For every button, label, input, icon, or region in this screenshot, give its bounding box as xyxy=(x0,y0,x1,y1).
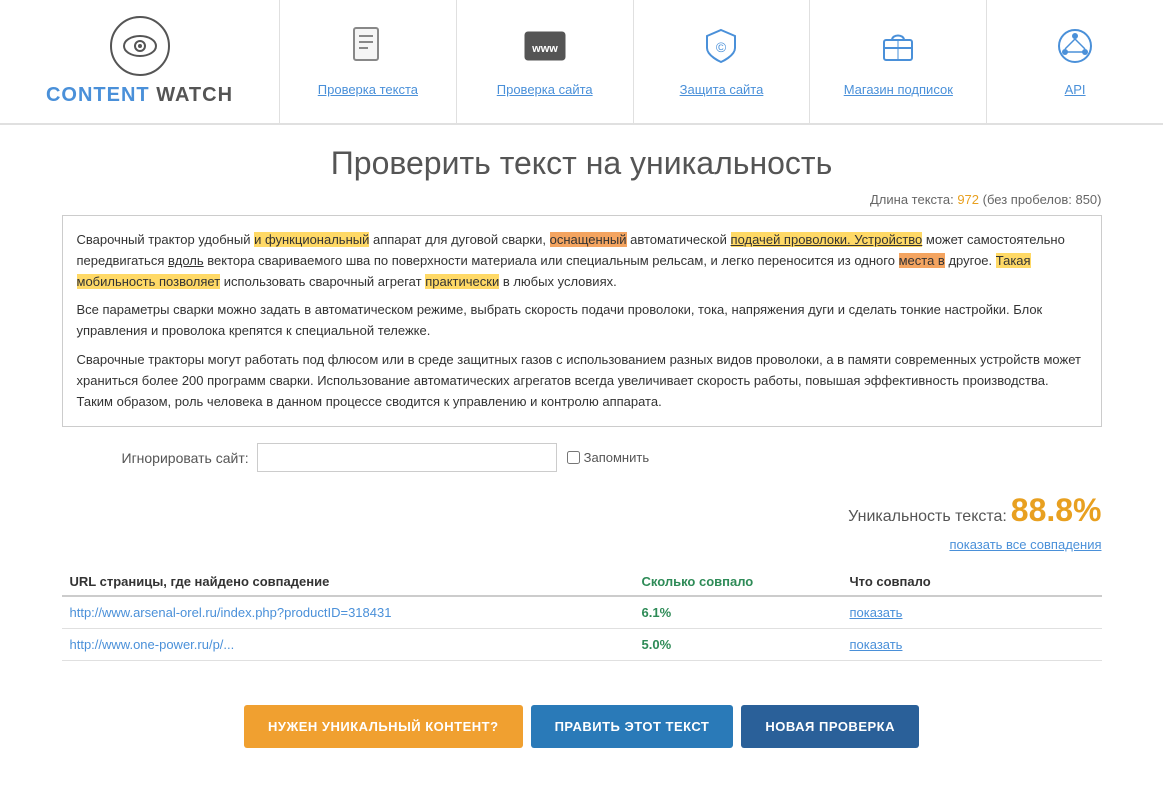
show-all-link[interactable]: показать все совпадения xyxy=(62,537,1102,552)
main-content: Проверить текст на уникальность Длина те… xyxy=(32,125,1132,788)
protect-site-icon: © xyxy=(701,26,741,74)
ignore-site-row: Игнорировать сайт: Запомнить xyxy=(62,443,1102,472)
logo-icon xyxy=(110,16,170,76)
check-site-icon: www xyxy=(523,26,567,74)
ignore-label: Игнорировать сайт: xyxy=(122,450,249,466)
show-link[interactable]: показать xyxy=(850,605,903,620)
remember-label: Запомнить xyxy=(584,450,649,465)
highlight-2: оснащенный xyxy=(550,232,627,247)
text-length-label: Длина текста: xyxy=(870,192,954,207)
nav-check-site[interactable]: www Проверка сайта xyxy=(457,0,634,123)
text-content-box: Сварочный трактор удобный и функциональн… xyxy=(62,215,1102,427)
result-url[interactable]: http://www.one-power.ru/p/... xyxy=(62,629,634,661)
nav-api[interactable]: API xyxy=(987,0,1163,123)
uniqueness-label: Уникальность текста: xyxy=(848,508,1007,525)
logo-area: CONTENT WATCH xyxy=(0,0,280,123)
nav-check-site-label: Проверка сайта xyxy=(497,82,593,97)
btn-new-check[interactable]: НОВАЯ ПРОВЕРКА xyxy=(741,705,919,748)
header: CONTENT WATCH Проверка текста www xyxy=(0,0,1163,125)
nav-protect-site-label: Защита сайта xyxy=(680,82,764,97)
btn-unique-content[interactable]: НУЖЕН УНИКАЛЬНЫЙ КОНТЕНТ? xyxy=(244,705,523,748)
result-url[interactable]: http://www.arsenal-orel.ru/index.php?pro… xyxy=(62,596,634,629)
col-url-header: URL страницы, где найдено совпадение xyxy=(62,568,634,596)
underline-1: вдоль xyxy=(168,253,204,268)
logo-watch: WATCH xyxy=(156,84,233,106)
ignore-input[interactable] xyxy=(257,443,557,472)
text-length-row: Длина текста: 972 (без пробелов: 850) xyxy=(62,192,1102,207)
text-length-value: 972 xyxy=(957,192,979,207)
nav-check-text[interactable]: Проверка текста xyxy=(280,0,457,123)
highlight-4: места в xyxy=(899,253,945,268)
highlight-1: и функциональный xyxy=(254,232,369,247)
uniqueness-value: 88.8% xyxy=(1011,492,1102,528)
svg-text:©: © xyxy=(716,39,727,55)
nav-shop[interactable]: Магазин подписок xyxy=(810,0,987,123)
url-link[interactable]: http://www.arsenal-orel.ru/index.php?pro… xyxy=(70,605,392,620)
btn-edit-text[interactable]: ПРАВИТЬ ЭТОТ ТЕКСТ xyxy=(531,705,734,748)
text-para-2: Все параметры сварки можно задать в авто… xyxy=(77,300,1087,342)
check-text-icon xyxy=(350,26,386,74)
nav-protect-site[interactable]: © Защита сайта xyxy=(634,0,811,123)
bottom-buttons: НУЖЕН УНИКАЛЬНЫЙ КОНТЕНТ? ПРАВИТЬ ЭТОТ Т… xyxy=(62,685,1102,768)
results-table: URL страницы, где найдено совпадение Ско… xyxy=(62,568,1102,661)
text-length-no-spaces: (без пробелов: 850) xyxy=(983,192,1102,207)
logo-text: CONTENT WATCH xyxy=(46,84,233,107)
logo-content: CONTENT xyxy=(46,84,150,106)
col-show-header: Что совпало xyxy=(842,568,1102,596)
uniqueness-section: Уникальность текста: 88.8% xyxy=(62,492,1102,529)
page-title: Проверить текст на уникальность xyxy=(62,145,1102,182)
url-link[interactable]: http://www.one-power.ru/p/... xyxy=(70,637,235,652)
highlight-3: подачей проволоки. Устройство xyxy=(731,232,923,247)
result-show[interactable]: показать xyxy=(842,629,1102,661)
table-row: http://www.arsenal-orel.ru/index.php?pro… xyxy=(62,596,1102,629)
remember-checkbox[interactable] xyxy=(567,451,580,464)
show-link[interactable]: показать xyxy=(850,637,903,652)
result-match: 6.1% xyxy=(634,596,842,629)
nav-items: Проверка текста www Проверка сайта © Защ… xyxy=(280,0,1163,123)
nav-shop-label: Магазин подписок xyxy=(844,82,953,97)
table-row: http://www.one-power.ru/p/... 5.0% показ… xyxy=(62,629,1102,661)
svg-text:www: www xyxy=(531,43,558,55)
highlight-5: Такая мобильность позволяет xyxy=(77,253,1031,289)
text-para-3: Сварочные тракторы могут работать под фл… xyxy=(77,350,1087,412)
col-match-header: Сколько совпало xyxy=(634,568,842,596)
text-para-1: Сварочный трактор удобный и функциональн… xyxy=(77,230,1087,292)
nav-check-text-label: Проверка текста xyxy=(318,82,418,97)
result-show[interactable]: показать xyxy=(842,596,1102,629)
nav-api-label: API xyxy=(1065,82,1086,97)
highlight-6: практически xyxy=(425,274,499,289)
shop-icon xyxy=(878,26,918,74)
api-icon xyxy=(1055,26,1095,74)
result-match: 5.0% xyxy=(634,629,842,661)
